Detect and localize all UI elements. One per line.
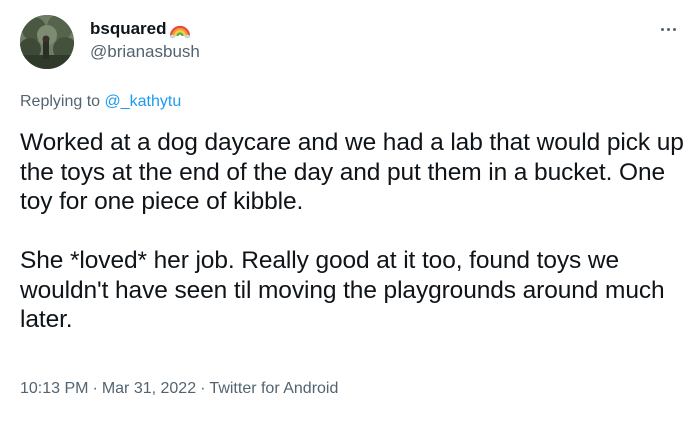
replying-to: Replying to @_kathytu xyxy=(20,92,181,112)
rainbow-icon xyxy=(169,19,191,39)
reply-target-link[interactable]: @_kathytu xyxy=(105,93,182,110)
tweet-text: Worked at a dog daycare and we had a lab… xyxy=(20,129,684,333)
author-name-row[interactable]: bsquared xyxy=(90,18,200,40)
tweet-date[interactable]: Mar 31, 2022 xyxy=(102,380,196,397)
author-handle[interactable]: @brianasbush xyxy=(90,41,200,63)
tweet-source[interactable]: Twitter for Android xyxy=(209,380,338,397)
more-horizontal-icon-dot xyxy=(666,27,670,31)
more-options-button[interactable] xyxy=(656,20,680,38)
author-block: bsquared @brianasbush xyxy=(90,18,200,63)
replying-to-label: Replying to xyxy=(20,93,101,110)
tweet-time[interactable]: 10:13 PM xyxy=(20,380,88,397)
tweet-card: bsquared @brianasbush Replying to @_kath… xyxy=(0,0,700,427)
more-horizontal-icon xyxy=(660,27,664,31)
tweet-meta: 10:13 PM · Mar 31, 2022 · Twitter for Androi… xyxy=(20,379,338,399)
avatar[interactable] xyxy=(20,15,74,69)
meta-separator: · xyxy=(92,380,98,397)
avatar-photo xyxy=(20,15,74,69)
author-display-name[interactable]: bsquared xyxy=(90,18,167,40)
more-horizontal-icon-dot xyxy=(672,27,676,31)
meta-separator: · xyxy=(200,380,206,397)
